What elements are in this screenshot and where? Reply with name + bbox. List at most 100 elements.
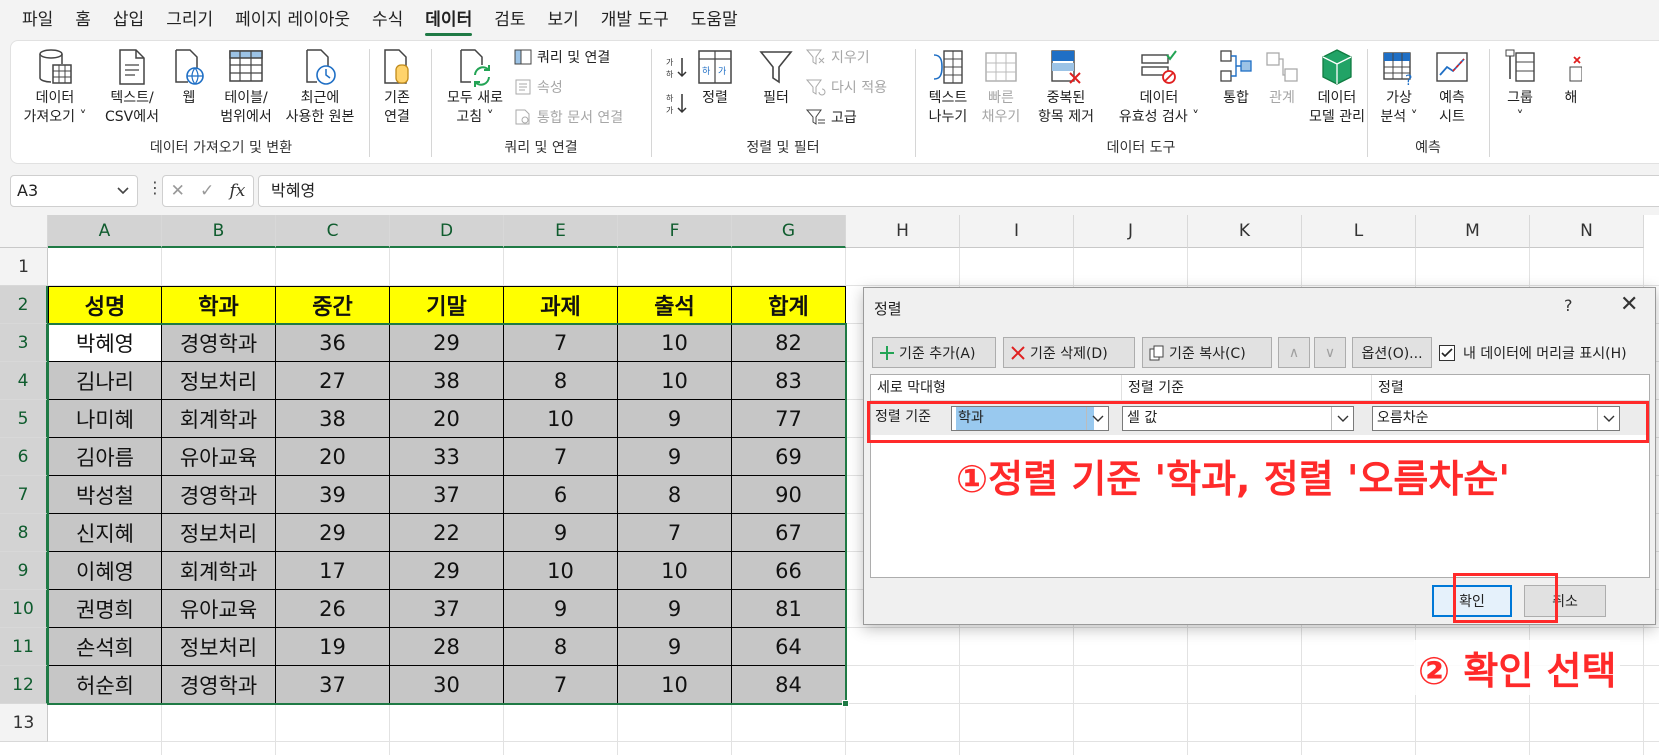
table-cell[interactable]: 10 — [618, 552, 732, 590]
fill-handle[interactable] — [842, 700, 849, 707]
table-cell[interactable]: 39 — [276, 476, 390, 514]
table-cell[interactable]: 38 — [390, 362, 504, 400]
row-header-10[interactable]: 10 — [0, 590, 48, 628]
row-header-4[interactable]: 4 — [0, 362, 48, 400]
text-to-columns-button[interactable]: 텍스트 나누기 — [922, 47, 974, 127]
table-cell[interactable]: 손석희 — [48, 628, 162, 666]
table-cell[interactable]: 29 — [276, 514, 390, 552]
column-header-c[interactable]: C — [276, 215, 390, 248]
table-cell[interactable]: 회계학과 — [162, 552, 276, 590]
row-header-5[interactable]: 5 — [0, 400, 48, 438]
properties-button[interactable]: 속성 — [514, 77, 563, 97]
table-cell[interactable]: 9 — [618, 438, 732, 476]
table-cell[interactable]: 84 — [732, 666, 846, 704]
column-header-h[interactable]: H — [846, 215, 960, 248]
move-up-button[interactable]: ∧ — [1278, 337, 1310, 368]
formula-input[interactable]: 박혜영 — [258, 175, 1659, 207]
tab-formulas[interactable]: 수식 — [372, 0, 403, 40]
column-header-g[interactable]: G — [732, 215, 846, 248]
sort-column-select[interactable]: 학과 — [951, 406, 1109, 431]
copy-level-button[interactable]: 기준 복사(C) — [1142, 337, 1272, 368]
table-cell[interactable]: 10 — [618, 666, 732, 704]
table-cell[interactable]: 28 — [390, 628, 504, 666]
row-header-3[interactable]: 3 — [0, 324, 48, 362]
column-header-f[interactable]: F — [618, 215, 732, 248]
row-header-8[interactable]: 8 — [0, 514, 48, 552]
table-cell[interactable]: 7 — [504, 324, 618, 362]
select-all-corner[interactable] — [0, 215, 48, 248]
delete-level-button[interactable]: 기준 삭제(D) — [1003, 337, 1135, 368]
tab-data[interactable]: 데이터 — [425, 0, 472, 40]
table-cell[interactable]: 37 — [276, 666, 390, 704]
table-cell[interactable]: 9 — [618, 590, 732, 628]
recent-sources-button[interactable]: 최근에 사용한 원본 — [279, 47, 361, 127]
ungroup-button[interactable]: 해 — [1560, 47, 1582, 108]
group-button[interactable]: 그룹 ˅ — [1496, 47, 1544, 127]
consolidate-button[interactable]: 통합 — [1216, 47, 1256, 108]
column-header-e[interactable]: E — [504, 215, 618, 248]
table-cell[interactable]: 20 — [390, 400, 504, 438]
table-cell[interactable]: 8 — [504, 362, 618, 400]
tab-draw[interactable]: 그리기 — [166, 0, 213, 40]
tab-file[interactable]: 파일 — [22, 0, 53, 40]
table-cell[interactable]: 17 — [276, 552, 390, 590]
existing-connections-button[interactable]: 기존 연결 — [377, 47, 417, 127]
row-header-9[interactable]: 9 — [0, 552, 48, 590]
more-icon[interactable]: ⋮ — [147, 178, 163, 197]
web-button[interactable]: 웹 — [169, 47, 209, 108]
table-cell[interactable]: 7 — [504, 438, 618, 476]
table-cell[interactable]: 20 — [276, 438, 390, 476]
column-header-j[interactable]: J — [1074, 215, 1188, 248]
table-cell[interactable]: 10 — [618, 362, 732, 400]
ok-button[interactable]: 확인 — [1432, 585, 1512, 617]
table-cell[interactable]: 66 — [732, 552, 846, 590]
table-header-cell[interactable]: 중간 — [276, 286, 390, 324]
row-header-13[interactable]: 13 — [0, 704, 48, 742]
data-model-button[interactable]: 데이터 모델 관리 — [1308, 47, 1366, 127]
tab-page-layout[interactable]: 페이지 레이아웃 — [235, 0, 350, 40]
table-cell[interactable]: 이혜영 — [48, 552, 162, 590]
table-cell[interactable]: 경영학과 — [162, 324, 276, 362]
edit-links-button[interactable]: 통합 문서 연결 — [514, 107, 623, 127]
table-header-cell[interactable]: 학과 — [162, 286, 276, 324]
forecast-sheet-button[interactable]: 예측 시트 — [1430, 47, 1474, 127]
table-cell[interactable]: 29 — [390, 324, 504, 362]
table-cell[interactable]: 권명희 — [48, 590, 162, 628]
move-down-button[interactable]: ∨ — [1314, 337, 1346, 368]
sort-az-button[interactable]: 가하 — [664, 55, 693, 81]
row-header-7[interactable]: 7 — [0, 476, 48, 514]
table-cell[interactable]: 38 — [276, 400, 390, 438]
column-header-a[interactable]: A — [48, 215, 162, 248]
data-validation-button[interactable]: 데이터 유효성 검사 ˅ — [1108, 47, 1210, 127]
tab-review[interactable]: 검토 — [494, 0, 525, 40]
table-cell[interactable]: 7 — [504, 666, 618, 704]
table-cell[interactable]: 경영학과 — [162, 666, 276, 704]
table-cell[interactable]: 33 — [390, 438, 504, 476]
flash-fill-button[interactable]: 빠른 채우기 — [980, 47, 1022, 127]
advanced-filter-button[interactable]: 고급 — [806, 107, 857, 127]
insert-function-icon[interactable]: fx — [230, 181, 246, 201]
table-cell[interactable]: 22 — [390, 514, 504, 552]
row-header-2[interactable]: 2 — [0, 286, 48, 324]
table-cell[interactable]: 박혜영 — [48, 324, 162, 362]
table-header-cell[interactable]: 출석 — [618, 286, 732, 324]
table-cell[interactable]: 64 — [732, 628, 846, 666]
table-cell[interactable]: 27 — [276, 362, 390, 400]
table-header-cell[interactable]: 성명 — [48, 286, 162, 324]
table-cell[interactable]: 정보처리 — [162, 362, 276, 400]
table-cell[interactable]: 77 — [732, 400, 846, 438]
table-cell[interactable]: 29 — [390, 552, 504, 590]
table-cell[interactable]: 나미혜 — [48, 400, 162, 438]
table-cell[interactable]: 90 — [732, 476, 846, 514]
table-cell[interactable]: 30 — [390, 666, 504, 704]
queries-connections-button[interactable]: 쿼리 및 연결 — [514, 47, 610, 67]
tab-view[interactable]: 보기 — [548, 0, 579, 40]
table-cell[interactable]: 26 — [276, 590, 390, 628]
table-cell[interactable]: 김아름 — [48, 438, 162, 476]
table-cell[interactable]: 유아교육 — [162, 590, 276, 628]
table-cell[interactable]: 83 — [732, 362, 846, 400]
table-cell[interactable]: 회계학과 — [162, 400, 276, 438]
get-data-button[interactable]: 데이터 가져오기 ˅ — [23, 47, 87, 127]
table-cell[interactable]: 9 — [618, 400, 732, 438]
table-cell[interactable]: 81 — [732, 590, 846, 628]
